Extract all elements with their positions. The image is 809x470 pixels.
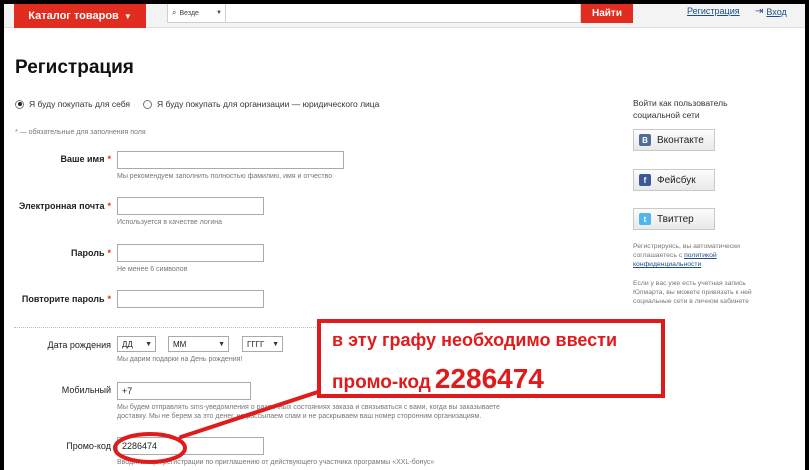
login-label: Вход — [766, 6, 787, 17]
twitter-login-label: Твиттер — [657, 213, 694, 225]
twitter-icon: t — [639, 213, 651, 225]
required-marker: * — [107, 294, 111, 304]
existing-account-note: Если у вас уже есть учетная запись Юлмар… — [633, 280, 752, 305]
chevron-down-icon: ▼ — [272, 340, 279, 348]
mobile-hint-line2: доставку. Мы не берем за это денег, не р… — [117, 413, 482, 420]
catalog-button[interactable]: Каталог товаров ▼ — [14, 4, 146, 28]
search-input[interactable] — [226, 4, 580, 22]
vk-icon: В — [639, 134, 651, 146]
birthdate-hint: Мы дарим подарки на День рождения! — [117, 356, 243, 363]
password-repeat-label-text: Повторите пароль — [21, 294, 105, 304]
social-login-title: Войти как пользователь социальной сети — [633, 98, 728, 120]
privacy-note: Регистрируясь, вы автоматически соглашае… — [633, 242, 765, 269]
password-repeat-label: Повторите пароль * — [15, 294, 111, 304]
mobile-label: Мобильный — [61, 385, 111, 395]
vk-login-label: Вконтакте — [657, 134, 704, 146]
search-icon: ⌕ — [172, 8, 177, 17]
birth-month-value: ММ — [173, 339, 187, 349]
birth-day-value: ДД — [122, 339, 133, 349]
promo-hint: Вводится при регистрации по приглашению … — [117, 459, 435, 466]
page-title: Регистрация — [15, 57, 134, 78]
email-hint: Используется в качестве логина — [117, 219, 222, 226]
birth-year-value: ГГГГ — [247, 339, 265, 349]
login-link[interactable]: ⇥ Вход — [755, 6, 787, 17]
chevron-down-icon: ▼ — [145, 340, 152, 348]
facebook-login-label: Фейсбук — [657, 174, 696, 186]
password-input[interactable] — [117, 244, 264, 262]
search-button[interactable]: Найти — [581, 3, 633, 23]
required-marker: * — [107, 201, 111, 211]
name-label-text: Ваше имя — [60, 154, 105, 164]
annotation-line1: в эту графу необходимо ввести — [332, 330, 618, 350]
email-input[interactable] — [117, 197, 264, 215]
search-scope-label: Везде — [179, 9, 199, 17]
birth-day-select[interactable]: ДД ▼ — [117, 336, 156, 352]
password-label: Пароль * — [15, 248, 111, 258]
search-box: ⌕ Везде ▼ — [167, 3, 581, 23]
annotation-code: 2286474 — [434, 363, 544, 394]
annotation-line2-text: промо-код — [332, 372, 431, 393]
password-repeat-input[interactable] — [117, 290, 264, 308]
name-hint: Мы рекомендуем заполнить полностью фамил… — [117, 173, 333, 180]
birth-month-select[interactable]: ММ ▼ — [168, 336, 229, 352]
chevron-down-icon: ▼ — [218, 340, 225, 348]
mobile-input[interactable] — [117, 382, 251, 400]
buyer-org-label[interactable]: Я буду покупать для организации — юридич… — [157, 99, 379, 109]
name-input[interactable] — [117, 151, 344, 169]
login-icon: ⇥ — [755, 6, 764, 17]
mobile-hint-line1: Мы будем отправлять sms-уведомления о ра… — [117, 404, 500, 411]
twitter-login-button[interactable]: t Твиттер — [633, 208, 715, 230]
buyer-type-options: Я буду покупать для себя Я буду покупать… — [15, 99, 379, 109]
email-label: Электронная почта * — [15, 201, 111, 211]
password-hint: Не менее 6 символов — [117, 266, 188, 273]
required-note: * — обязательные для заполнения поля — [15, 129, 146, 136]
name-label: Ваше имя * — [15, 154, 111, 164]
buyer-org-radio[interactable] — [143, 99, 152, 109]
register-link[interactable]: Регистрация — [687, 6, 740, 16]
facebook-icon: f — [639, 174, 651, 186]
required-marker: * — [107, 248, 111, 258]
password-label-text: Пароль — [70, 248, 105, 258]
catalog-label: Каталог товаров — [28, 10, 119, 22]
annotation-line2: промо-код 2286474 — [332, 363, 544, 395]
required-marker: * — [107, 154, 111, 164]
privacy-note-prefix: с — [678, 252, 683, 259]
promo-input[interactable] — [117, 437, 264, 455]
annotation-callout: в эту графу необходимо ввести промо-код 2… — [317, 319, 665, 398]
buyer-self-radio[interactable] — [15, 99, 24, 109]
buyer-self-label[interactable]: Я буду покупать для себя — [29, 99, 130, 109]
email-label-text: Электронная почта — [18, 201, 105, 211]
birth-year-select[interactable]: ГГГГ ▼ — [242, 336, 283, 352]
chevron-down-icon: ▼ — [123, 11, 132, 21]
birthdate-label: Дата рождения — [47, 340, 112, 350]
vk-login-button[interactable]: В Вконтакте — [633, 129, 715, 151]
facebook-login-button[interactable]: f Фейсбук — [633, 169, 715, 191]
promo-label: Промо-код — [66, 441, 111, 451]
chevron-down-icon: ▼ — [216, 10, 222, 16]
search-scope-select[interactable]: ⌕ Везде ▼ — [168, 4, 226, 22]
